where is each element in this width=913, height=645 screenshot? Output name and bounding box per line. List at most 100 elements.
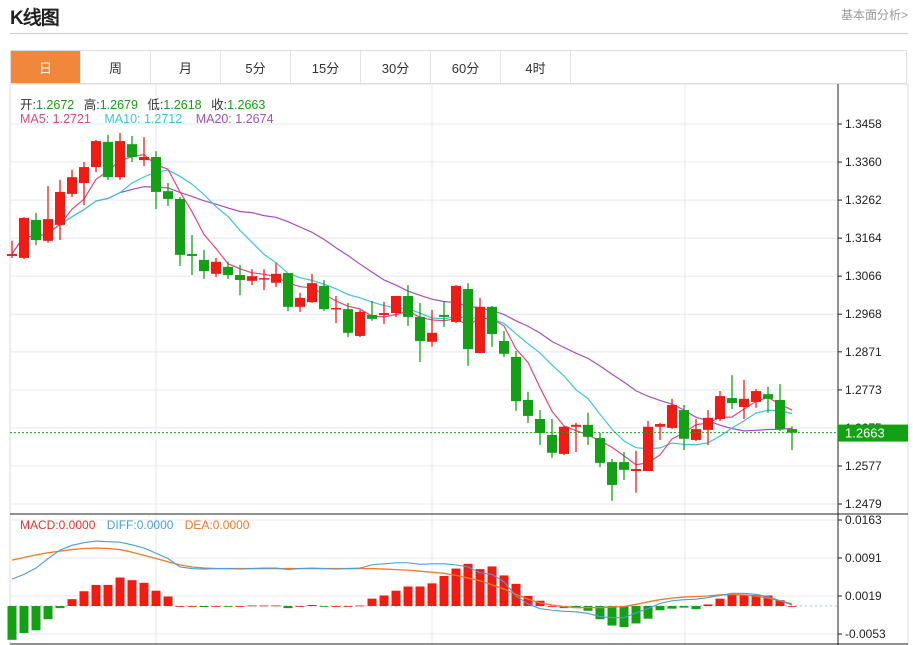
high-label: 高: bbox=[83, 98, 100, 112]
candle-body bbox=[523, 399, 533, 416]
candle-body bbox=[463, 288, 473, 350]
macd-bar bbox=[151, 590, 161, 607]
candle bbox=[199, 249, 209, 279]
candle-body bbox=[715, 396, 725, 419]
macd-bar bbox=[91, 584, 101, 607]
macd-bar bbox=[187, 606, 197, 607]
candle-body bbox=[655, 424, 665, 427]
macd-bar bbox=[283, 606, 293, 609]
candle bbox=[103, 134, 113, 180]
candle bbox=[271, 262, 281, 288]
macd-bar bbox=[223, 606, 233, 607]
macd-bar bbox=[31, 606, 41, 631]
candle bbox=[787, 426, 797, 451]
candle bbox=[619, 451, 629, 480]
candle-body bbox=[283, 273, 293, 307]
macd-bar bbox=[55, 606, 65, 609]
candle bbox=[55, 179, 65, 241]
macd-bar bbox=[307, 604, 317, 607]
candle bbox=[91, 139, 101, 173]
macd-bar bbox=[583, 606, 593, 611]
close-value: 1.2663 bbox=[227, 98, 266, 112]
macd-bar bbox=[451, 568, 461, 607]
macd-bar bbox=[607, 606, 617, 626]
candle bbox=[463, 283, 473, 366]
candle bbox=[643, 420, 653, 472]
candle bbox=[703, 410, 713, 446]
candle bbox=[115, 132, 125, 180]
price-tick-label: 1.3262 bbox=[845, 193, 882, 207]
macd-bar bbox=[235, 606, 245, 607]
candle-body bbox=[535, 418, 545, 433]
candle-body bbox=[211, 261, 221, 274]
candle bbox=[67, 169, 77, 197]
candle bbox=[715, 391, 725, 421]
candle-body bbox=[7, 254, 17, 256]
candle-body bbox=[403, 295, 413, 317]
candle-body bbox=[751, 391, 761, 402]
candle-body bbox=[319, 285, 329, 310]
candle-body bbox=[67, 177, 77, 194]
candle-body bbox=[151, 156, 161, 192]
open-label: 开: bbox=[20, 98, 36, 112]
macd-bar bbox=[631, 606, 641, 624]
macd-bar bbox=[211, 606, 221, 607]
macd-bar bbox=[427, 583, 437, 607]
macd-bar bbox=[679, 606, 689, 608]
macd-bar bbox=[667, 606, 677, 609]
macd-bar bbox=[175, 606, 185, 607]
candle-body bbox=[367, 314, 377, 319]
macd-bar bbox=[103, 584, 113, 607]
candle bbox=[163, 182, 173, 206]
candle-body bbox=[175, 198, 185, 255]
candle-body bbox=[559, 426, 569, 454]
price-tick-label: 1.3458 bbox=[845, 117, 882, 131]
candle bbox=[631, 450, 641, 493]
ohlc-info: 开:1.2672 高:1.2679 低:1.2618 收:1.2663 bbox=[20, 94, 271, 113]
candle-body bbox=[55, 191, 65, 225]
candle bbox=[19, 217, 29, 260]
candle-body bbox=[79, 167, 89, 183]
price-tick-label: 1.2968 bbox=[845, 307, 882, 321]
candle bbox=[607, 458, 617, 501]
price-tick-label: 1.2773 bbox=[845, 383, 882, 397]
candle bbox=[691, 418, 701, 442]
candle-body bbox=[295, 297, 305, 307]
macd-bar bbox=[715, 598, 725, 607]
candle bbox=[571, 422, 581, 452]
macd-bar bbox=[79, 591, 89, 607]
candle-body bbox=[199, 259, 209, 272]
price-tick-label: 1.3066 bbox=[845, 269, 882, 283]
candle-body bbox=[247, 276, 257, 281]
macd-bar bbox=[691, 606, 701, 610]
candle-body bbox=[103, 141, 113, 178]
macd-bar bbox=[379, 595, 389, 607]
candle bbox=[355, 309, 365, 338]
candle-body bbox=[139, 156, 149, 161]
price-tick-label: 1.3360 bbox=[845, 155, 882, 169]
macd-bar bbox=[643, 606, 653, 619]
diff-value: DIFF:0.0000 bbox=[106, 518, 174, 532]
macd-bar bbox=[739, 595, 749, 607]
candle-body bbox=[259, 278, 269, 280]
candle bbox=[739, 379, 749, 419]
candle-body bbox=[703, 417, 713, 430]
macd-bar bbox=[259, 605, 269, 607]
open-value: 1.2672 bbox=[35, 98, 75, 112]
candle-body bbox=[355, 311, 365, 336]
candle bbox=[583, 412, 593, 446]
macd-bar bbox=[43, 606, 53, 620]
candle bbox=[331, 295, 341, 324]
macd-tick-label: -0.0053 bbox=[845, 627, 886, 641]
chart-frame bbox=[9, 83, 909, 645]
macd-bar bbox=[391, 590, 401, 607]
candle bbox=[775, 384, 785, 432]
candle bbox=[343, 302, 353, 338]
candle bbox=[523, 391, 533, 423]
candle-body bbox=[763, 394, 773, 399]
macd-value: MACD:0.0000 bbox=[20, 518, 96, 532]
ma20-value: MA20: 1.2674 bbox=[195, 112, 274, 126]
candle-body bbox=[271, 273, 281, 283]
candle bbox=[535, 410, 545, 446]
candle-body bbox=[379, 313, 389, 315]
